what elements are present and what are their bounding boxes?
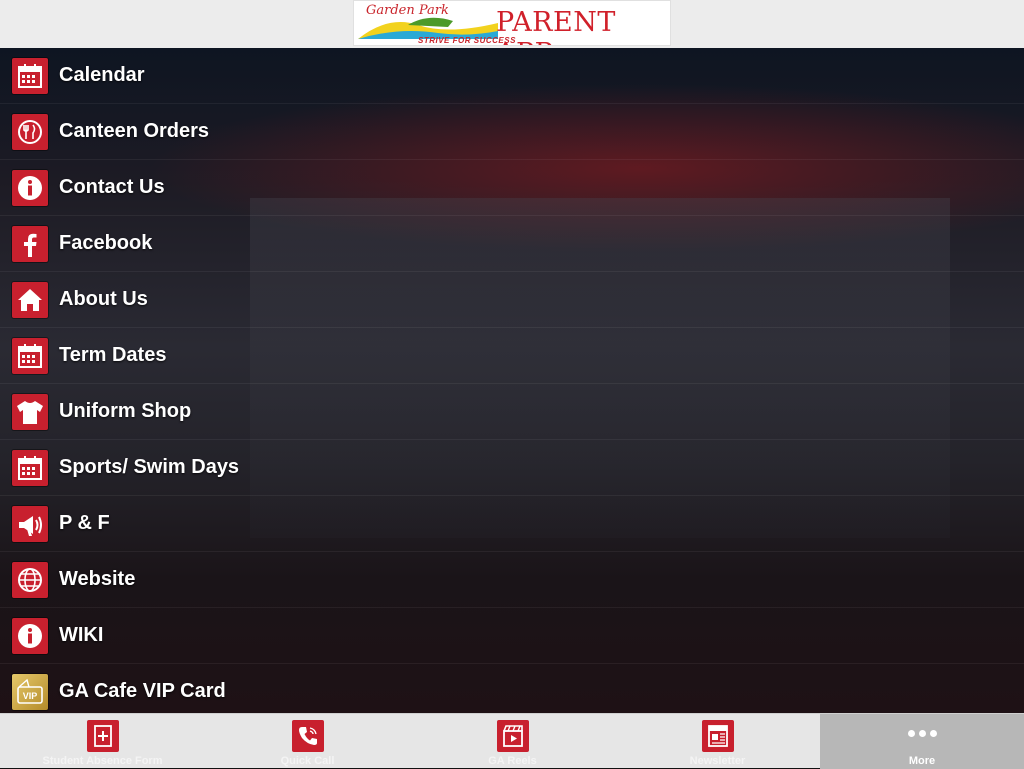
- tab-newsletter[interactable]: Newsletter: [615, 714, 820, 769]
- menu-item-uniform-shop[interactable]: Uniform Shop: [0, 384, 1024, 440]
- menu-item-label: About Us: [59, 288, 148, 310]
- menu-item-label: P & F: [59, 512, 110, 534]
- menu-item-label: Term Dates: [59, 344, 167, 366]
- phone-icon: [291, 720, 324, 752]
- calendar-icon: [12, 57, 48, 94]
- tab-student-absence-form[interactable]: Student Absence Form: [0, 714, 205, 769]
- tab-ga-reels[interactable]: GA Reels: [410, 714, 615, 769]
- bottom-tab-bar: Student Absence Form Quick Call GA Reels…: [0, 713, 1024, 769]
- film-icon: [496, 720, 529, 752]
- main-menu-area: Calendar Canteen Orders Contact Us Faceb…: [0, 48, 1024, 713]
- menu-item-wiki[interactable]: WIKI: [0, 608, 1024, 664]
- menu-item-calendar[interactable]: Calendar: [0, 48, 1024, 104]
- tab-label: Newsletter: [689, 755, 746, 767]
- app-header: Garden Park STRIVE FOR SUCCESS PARENT AP…: [0, 0, 1024, 48]
- menu-item-website[interactable]: Website: [0, 552, 1024, 608]
- vip-card-icon: VIP: [12, 673, 48, 710]
- menu-list: Calendar Canteen Orders Contact Us Faceb…: [0, 48, 1024, 713]
- app-title: PARENT APP: [496, 7, 616, 45]
- tab-label: GA Reels: [488, 755, 537, 767]
- globe-icon: [12, 561, 48, 598]
- menu-item-ga-cafe-vip-card[interactable]: VIP GA Cafe VIP Card: [0, 664, 1024, 713]
- calendar-icon: [12, 337, 48, 374]
- canteen-icon: [12, 113, 48, 150]
- menu-item-sports-swim-days[interactable]: Sports/ Swim Days: [0, 440, 1024, 496]
- more-dots-icon: [907, 730, 937, 737]
- menu-item-about-us[interactable]: About Us: [0, 272, 1024, 328]
- logo-script-text: Garden Park: [366, 3, 449, 18]
- info-icon: [12, 617, 48, 654]
- menu-item-p-and-f[interactable]: P & F: [0, 496, 1024, 552]
- menu-item-canteen-orders[interactable]: Canteen Orders: [0, 104, 1024, 160]
- tab-label: Student Absence Form: [42, 755, 163, 767]
- calendar-icon: [12, 449, 48, 486]
- menu-item-label: Website: [59, 568, 136, 590]
- tab-quick-call[interactable]: Quick Call: [205, 714, 410, 769]
- svg-text:VIP: VIP: [23, 691, 38, 701]
- menu-item-label: WIKI: [59, 624, 104, 646]
- info-icon: [12, 169, 48, 206]
- megaphone-icon: [12, 505, 48, 542]
- facebook-icon: [12, 225, 48, 262]
- menu-item-label: Contact Us: [59, 176, 165, 198]
- menu-item-label: Canteen Orders: [59, 120, 210, 142]
- home-icon: [12, 281, 48, 318]
- tab-label: Quick Call: [280, 755, 335, 767]
- menu-item-label: Calendar: [59, 64, 145, 86]
- menu-item-label: Sports/ Swim Days: [59, 456, 240, 478]
- menu-item-contact-us[interactable]: Contact Us: [0, 160, 1024, 216]
- newspaper-icon: [701, 720, 734, 752]
- menu-item-label: Facebook: [59, 232, 153, 254]
- shirt-icon: [12, 393, 48, 430]
- menu-item-facebook[interactable]: Facebook: [0, 216, 1024, 272]
- tab-more[interactable]: More: [820, 714, 1024, 769]
- school-logo: Garden Park STRIVE FOR SUCCESS PARENT AP…: [353, 0, 671, 46]
- menu-item-label: GA Cafe VIP Card: [59, 680, 226, 702]
- menu-item-term-dates[interactable]: Term Dates: [0, 328, 1024, 384]
- tab-label: More: [908, 755, 936, 767]
- form-icon: [86, 720, 119, 752]
- menu-item-label: Uniform Shop: [59, 400, 192, 422]
